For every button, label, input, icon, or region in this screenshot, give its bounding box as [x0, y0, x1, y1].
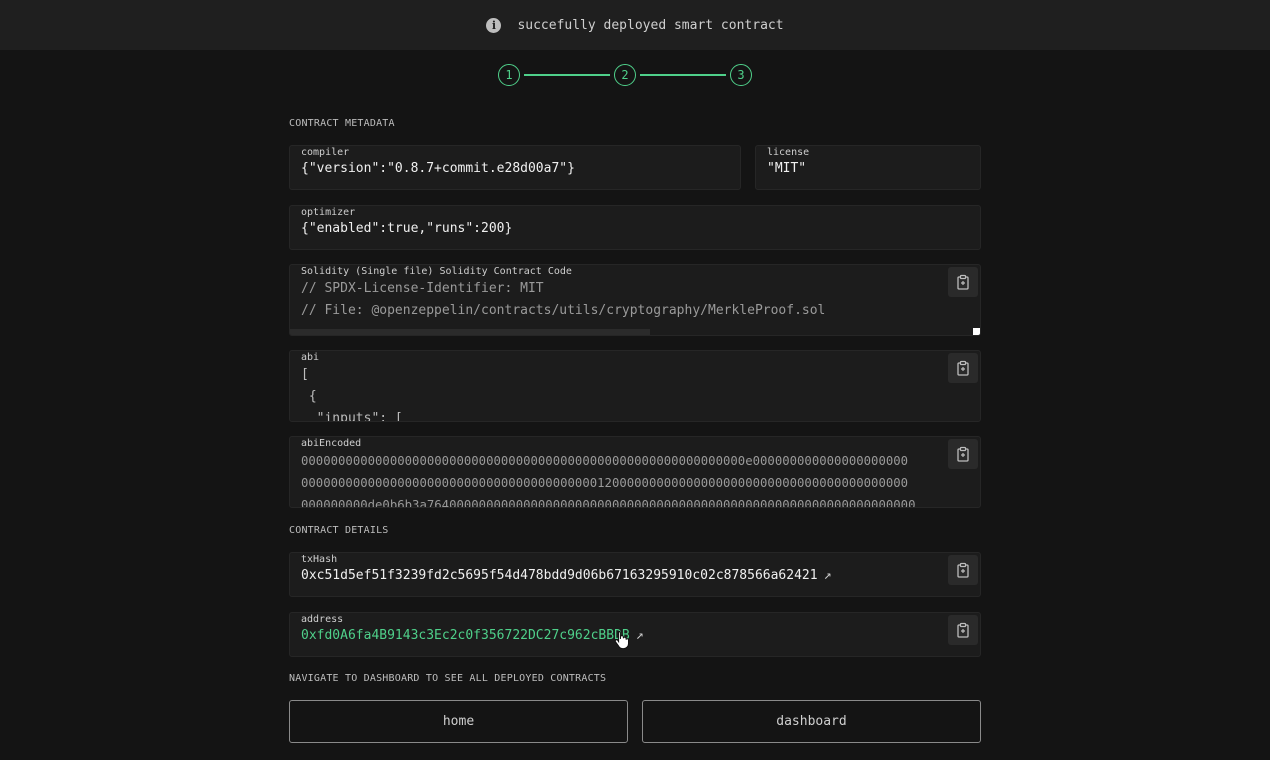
banner-message: succefully deployed smart contract [517, 17, 784, 33]
license-label: license [764, 146, 813, 160]
copy-address-button[interactable] [948, 615, 978, 645]
external-link-icon: ↗ [635, 628, 644, 643]
step-1[interactable]: 1 [498, 64, 520, 86]
address-field[interactable]: address 0xfd0A6fa4B9143c3Ec2c0f356722DC2… [289, 612, 981, 657]
copy-icon [957, 562, 969, 578]
abi-encoded-label: abiEncoded [298, 437, 365, 451]
tx-hash-field[interactable]: txHash 0xc51d5ef51f3239fd2c5695f54d478bd… [289, 552, 981, 597]
optimizer-value: {"enabled":true,"runs":200} [301, 221, 513, 236]
resize-handle[interactable] [973, 328, 980, 335]
compiler-field[interactable]: compiler {"version":"0.8.7+commit.e28d00… [289, 145, 741, 190]
copy-icon [957, 446, 969, 462]
address-label: address [298, 613, 347, 627]
abi-field[interactable]: abi [ { "inputs": [ [289, 350, 981, 422]
source-code-field[interactable]: Solidity (Single file) Solidity Contract… [289, 264, 981, 336]
dashboard-button[interactable]: dashboard [642, 700, 981, 743]
horizontal-scrollbar[interactable] [290, 329, 650, 335]
license-value: "MIT" [767, 161, 807, 176]
step-3[interactable]: 3 [730, 64, 752, 86]
license-field[interactable]: license "MIT" [755, 145, 981, 190]
abi-label: abi [298, 351, 323, 365]
copy-source-button[interactable] [948, 267, 978, 297]
tx-hash-link[interactable]: 0xc51d5ef51f3239fd2c5695f54d478bdd9d06b6… [301, 568, 831, 583]
source-code-label: Solidity (Single file) Solidity Contract… [298, 265, 575, 279]
copy-icon [957, 274, 969, 290]
home-button[interactable]: home [289, 700, 628, 743]
tx-hash-label: txHash [298, 553, 341, 567]
success-banner: i succefully deployed smart contract [0, 0, 1270, 50]
abi-text: [ { "inputs": [ [301, 367, 403, 422]
address-link[interactable]: 0xfd0A6fa4B9143c3Ec2c0f356722DC27c962cBB… [301, 628, 644, 643]
compiler-value: {"version":"0.8.7+commit.e28d00a7"} [301, 161, 575, 176]
source-code-text: // SPDX-License-Identifier: MIT// File: … [301, 281, 826, 318]
abi-encoded-field[interactable]: abiEncoded 00000000000000000000000000000… [289, 436, 981, 508]
copy-abi-button[interactable] [948, 353, 978, 383]
info-icon: i [486, 17, 502, 33]
step-connector [640, 74, 726, 76]
optimizer-label: optimizer [298, 206, 359, 220]
step-2[interactable]: 2 [614, 64, 636, 86]
stepper: 1 2 3 [498, 64, 752, 86]
copy-tx-hash-button[interactable] [948, 555, 978, 585]
optimizer-field[interactable]: optimizer {"enabled":true,"runs":200} [289, 205, 981, 250]
external-link-icon: ↗ [823, 568, 832, 583]
navigate-title: NAVIGATE TO DASHBOARD TO SEE ALL DEPLOYE… [289, 673, 607, 684]
step-connector [524, 74, 610, 76]
copy-icon [957, 622, 969, 638]
compiler-label: compiler [298, 146, 353, 160]
abi-encoded-text: 0000000000000000000000000000000000000000… [301, 454, 916, 508]
hand-pointer-icon [614, 631, 629, 650]
copy-abi-encoded-button[interactable] [948, 439, 978, 469]
contract-details-title: CONTRACT DETAILS [289, 525, 389, 536]
contract-metadata-title: CONTRACT METADATA [289, 118, 395, 129]
copy-icon [957, 360, 969, 376]
